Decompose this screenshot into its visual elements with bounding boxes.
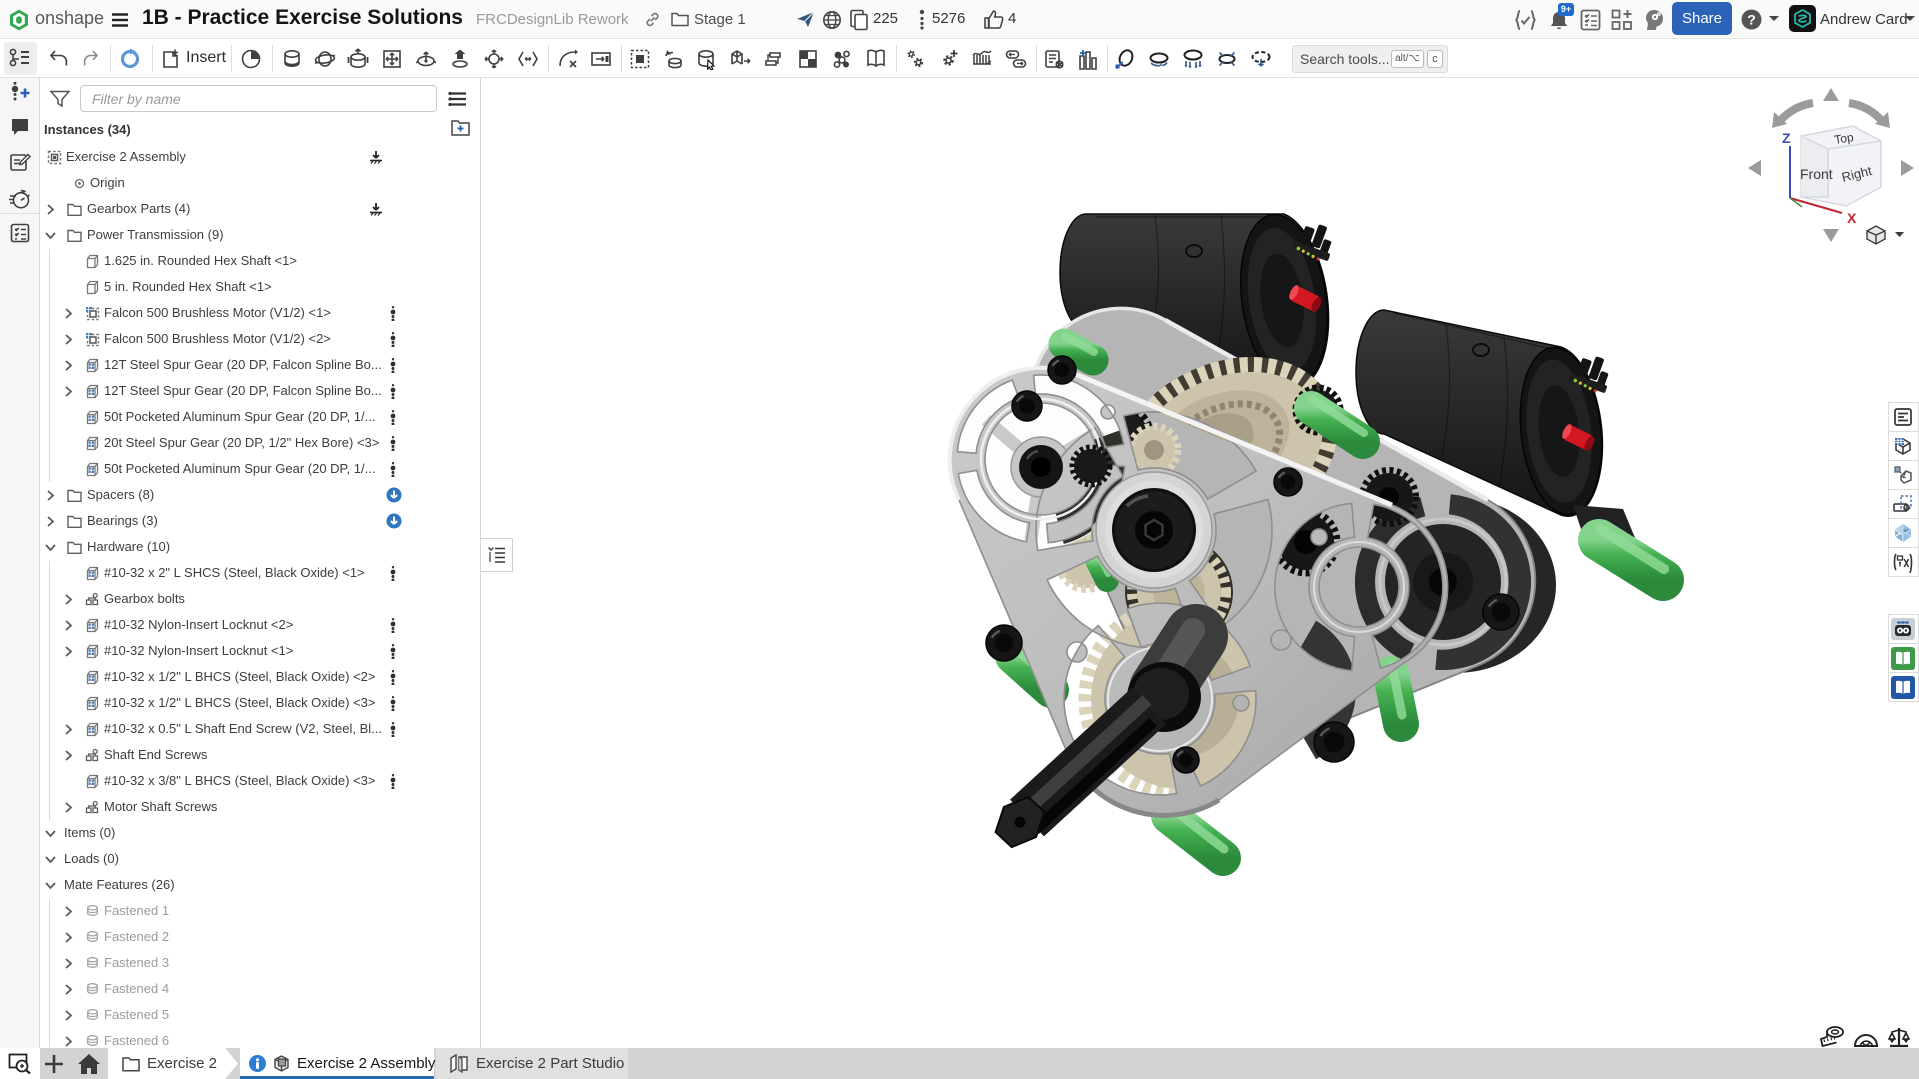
svg-text:Z: Z: [1782, 130, 1791, 146]
svg-text:?: ?: [1747, 12, 1756, 28]
svg-text:Front: Front: [1800, 166, 1833, 182]
svg-text:X: X: [1847, 210, 1857, 226]
